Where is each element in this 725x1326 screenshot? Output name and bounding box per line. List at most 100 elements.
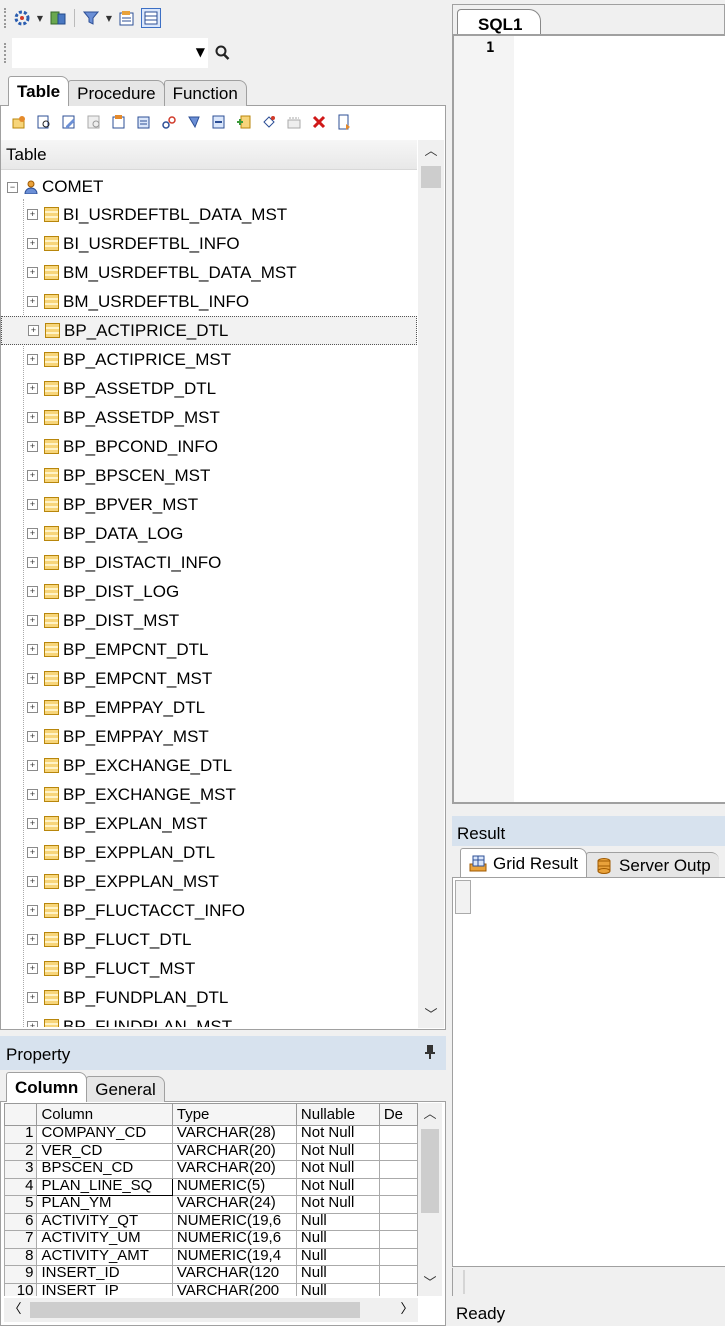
table-row[interactable]: 5 PLAN_YM VARCHAR(24) Not Null bbox=[4, 1195, 418, 1214]
tab-general[interactable]: General bbox=[86, 1076, 165, 1102]
row-number[interactable]: 5 bbox=[4, 1195, 38, 1214]
table-row[interactable]: 6 ACTIVITY_QT NUMERIC(19,6 Null bbox=[4, 1212, 418, 1231]
tree-table-item[interactable]: + BP_BPVER_MST bbox=[1, 490, 417, 519]
scroll-down-icon[interactable]: ﹀ bbox=[418, 1004, 444, 1028]
column-nullable-cell[interactable]: Null bbox=[295, 1282, 380, 1296]
connect-icon[interactable] bbox=[12, 8, 32, 28]
row-number[interactable]: 3 bbox=[4, 1160, 38, 1179]
tree-table-item[interactable]: + BP_DIST_LOG bbox=[1, 577, 417, 606]
expand-icon[interactable]: + bbox=[27, 673, 38, 684]
grid-horizontal-scrollbar[interactable]: 〈 〉 bbox=[4, 1298, 418, 1322]
expand-icon[interactable]: + bbox=[27, 644, 38, 655]
scroll-up-icon[interactable]: ︿ bbox=[418, 140, 444, 164]
result-grid-corner[interactable] bbox=[455, 880, 471, 914]
expand-icon[interactable]: + bbox=[27, 412, 38, 423]
search-combobox[interactable]: ▼ bbox=[12, 38, 208, 68]
row-number[interactable]: 10 bbox=[4, 1282, 38, 1296]
tree-table-item[interactable]: + BP_FLUCT_MST bbox=[1, 954, 417, 983]
expand-icon[interactable]: + bbox=[27, 238, 38, 249]
column-type-cell[interactable]: VARCHAR(28) bbox=[171, 1125, 297, 1144]
tab-table[interactable]: Table bbox=[8, 76, 70, 106]
expand-icon[interactable]: + bbox=[27, 847, 38, 858]
table-info-icon[interactable] bbox=[133, 112, 154, 132]
expand-icon[interactable]: + bbox=[27, 1021, 38, 1027]
chevron-down-icon[interactable]: ▼ bbox=[105, 8, 113, 28]
row-number[interactable]: 9 bbox=[4, 1265, 38, 1284]
tree-table-item[interactable]: + BP_EXPPLAN_DTL bbox=[1, 838, 417, 867]
column-type-cell[interactable]: NUMERIC(19,6 bbox=[171, 1212, 297, 1231]
tree-table-item[interactable]: + BI_USRDEFTBL_INFO bbox=[1, 229, 417, 258]
script-icon[interactable] bbox=[183, 112, 204, 132]
tree-table-item[interactable]: + BP_EXPPLAN_MST bbox=[1, 867, 417, 896]
column-type-cell[interactable]: VARCHAR(20) bbox=[171, 1142, 297, 1161]
expand-icon[interactable]: + bbox=[27, 267, 38, 278]
index-icon[interactable] bbox=[158, 112, 179, 132]
expand-icon[interactable]: + bbox=[27, 441, 38, 452]
grid-corner-cell[interactable] bbox=[4, 1103, 38, 1126]
column-name-cell[interactable]: VER_CD bbox=[36, 1142, 173, 1161]
column-name-cell[interactable]: COMPANY_CD bbox=[36, 1125, 173, 1144]
tree-table-item[interactable]: + BP_ASSETDP_DTL bbox=[1, 374, 417, 403]
properties-icon[interactable] bbox=[117, 8, 137, 28]
grid-header-type[interactable]: Type bbox=[171, 1103, 297, 1126]
tree-table-item[interactable]: + BP_FLUCT_DTL bbox=[1, 925, 417, 954]
tab-column[interactable]: Column bbox=[6, 1072, 88, 1102]
column-name-cell[interactable]: INSERT_IP bbox=[36, 1282, 173, 1296]
scroll-down-icon[interactable]: ﹀ bbox=[418, 1272, 442, 1296]
tab-procedure[interactable]: Procedure bbox=[68, 80, 165, 106]
column-type-cell[interactable]: NUMERIC(19,6 bbox=[171, 1230, 297, 1249]
expand-icon[interactable]: + bbox=[27, 557, 38, 568]
tree-table-item[interactable]: + BP_DIST_MST bbox=[1, 606, 417, 635]
export-icon[interactable] bbox=[108, 112, 129, 132]
expand-icon[interactable]: + bbox=[28, 325, 39, 336]
tree-table-item[interactable]: + BP_BPCOND_INFO bbox=[1, 432, 417, 461]
scroll-right-icon[interactable]: 〉 bbox=[396, 1298, 418, 1322]
column-default-cell[interactable] bbox=[378, 1265, 418, 1284]
row-number[interactable]: 1 bbox=[4, 1125, 38, 1144]
scrollbar-thumb[interactable] bbox=[421, 166, 441, 188]
row-number[interactable]: 6 bbox=[4, 1212, 38, 1231]
tree-table-item[interactable]: + BP_EXPLAN_MST bbox=[1, 809, 417, 838]
scroll-up-icon[interactable]: ︿ bbox=[418, 1103, 442, 1127]
tree-table-item[interactable]: + BP_EMPCNT_DTL bbox=[1, 635, 417, 664]
tree-column-header[interactable]: Table bbox=[1, 140, 417, 170]
expand-icon[interactable]: + bbox=[27, 760, 38, 771]
refresh-icon[interactable] bbox=[48, 8, 68, 28]
column-default-cell[interactable] bbox=[378, 1247, 418, 1266]
column-name-cell[interactable]: ACTIVITY_AMT bbox=[36, 1247, 173, 1266]
filter-icon[interactable] bbox=[81, 8, 101, 28]
expand-icon[interactable]: + bbox=[27, 383, 38, 394]
column-default-cell[interactable] bbox=[378, 1212, 418, 1231]
scrollbar-thumb[interactable] bbox=[30, 1302, 360, 1318]
tree-table-item[interactable]: + BM_USRDEFTBL_INFO bbox=[1, 287, 417, 316]
delete-icon[interactable] bbox=[308, 112, 329, 132]
tree-table-item[interactable]: + BP_FUNDPLAN_DTL bbox=[1, 983, 417, 1012]
tree-table-item[interactable]: + BP_EXCHANGE_MST bbox=[1, 780, 417, 809]
scroll-left-icon[interactable]: 〈 bbox=[4, 1298, 26, 1322]
grid-header-default[interactable]: De bbox=[378, 1103, 418, 1126]
column-default-cell[interactable] bbox=[378, 1125, 418, 1144]
expand-icon[interactable]: + bbox=[27, 528, 38, 539]
column-name-cell[interactable]: PLAN_LINE_SQ bbox=[36, 1177, 173, 1196]
expand-icon[interactable]: + bbox=[27, 702, 38, 713]
column-default-cell[interactable] bbox=[378, 1177, 418, 1196]
search-icon[interactable] bbox=[212, 43, 232, 63]
expand-icon[interactable]: + bbox=[27, 470, 38, 481]
column-type-cell[interactable]: NUMERIC(5) bbox=[171, 1177, 297, 1196]
expand-icon[interactable]: + bbox=[27, 499, 38, 510]
column-name-cell[interactable]: PLAN_YM bbox=[36, 1195, 173, 1214]
view-data-icon[interactable] bbox=[83, 112, 104, 132]
tab-server-output[interactable]: Server Outp bbox=[586, 852, 719, 878]
column-default-cell[interactable] bbox=[378, 1282, 418, 1296]
column-default-cell[interactable] bbox=[378, 1142, 418, 1161]
tree-table-item[interactable]: + BP_EMPPAY_MST bbox=[1, 722, 417, 751]
expand-icon[interactable]: + bbox=[27, 354, 38, 365]
table-row[interactable]: 7 ACTIVITY_UM NUMERIC(19,6 Null bbox=[4, 1230, 418, 1249]
expand-icon[interactable]: + bbox=[27, 586, 38, 597]
expand-icon[interactable]: + bbox=[27, 905, 38, 916]
tree-table-item[interactable]: + BP_FLUCTACCT_INFO bbox=[1, 896, 417, 925]
column-nullable-cell[interactable]: Not Null bbox=[295, 1125, 380, 1144]
edit-table-icon[interactable] bbox=[58, 112, 79, 132]
table-row[interactable]: 2 VER_CD VARCHAR(20) Not Null bbox=[4, 1142, 418, 1161]
column-default-cell[interactable] bbox=[378, 1230, 418, 1249]
